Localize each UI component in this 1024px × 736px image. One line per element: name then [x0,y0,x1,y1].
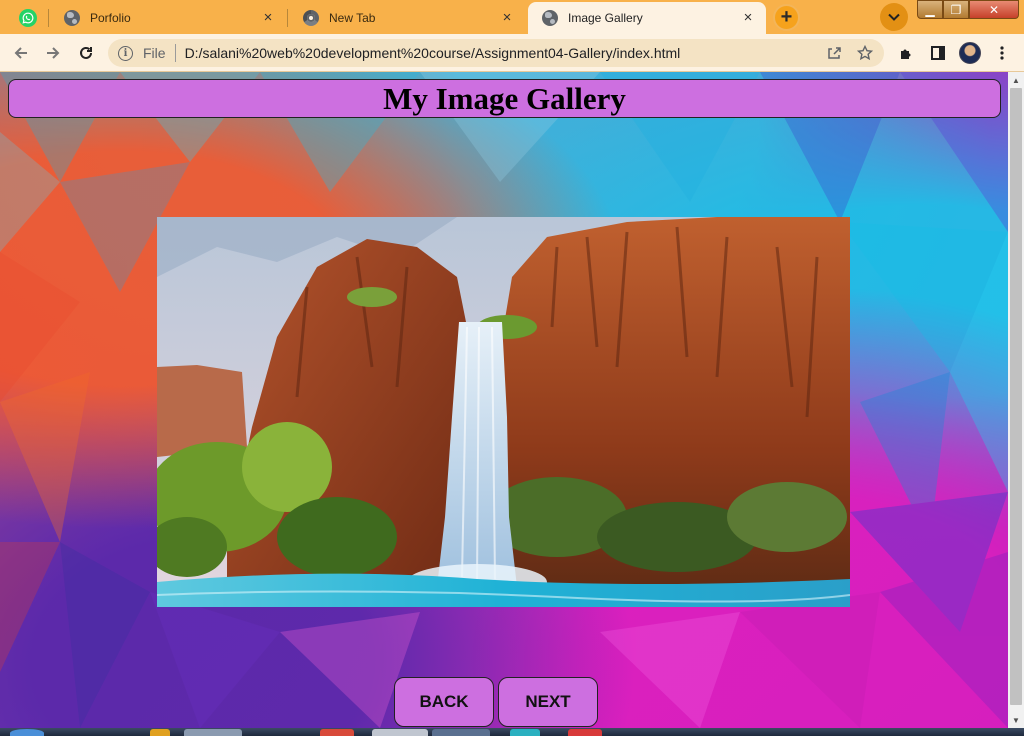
taskbar-app-icon[interactable] [150,729,170,736]
tab-portfolio[interactable]: Porfolio × [50,2,286,34]
page-viewport: My Image Gallery BACK NEXT [0,72,1008,728]
maximize-button[interactable]: ❐ [943,0,969,19]
scheme-label: File [143,45,166,61]
back-nav-button[interactable] [9,41,33,65]
tab-title: New Tab [329,11,376,25]
chevron-down-icon [888,13,900,21]
plus-icon: + [780,6,793,28]
extensions-icon[interactable] [895,42,917,64]
taskbar-app-icon[interactable] [510,729,540,736]
taskbar-app-icon[interactable] [184,729,242,736]
side-panel-icon[interactable] [927,42,949,64]
scroll-up-arrow-icon[interactable]: ▲ [1008,72,1024,88]
whatsapp-icon [19,9,37,27]
address-bar[interactable]: i File D:/salani%20web%20development%20c… [108,39,884,67]
tab-separator [48,9,49,27]
window-controls: ▁ ❐ ✕ [917,0,1019,19]
taskbar-app-icon[interactable] [320,729,354,736]
tab-separator [287,9,288,27]
address-separator [174,44,176,62]
start-orb-icon[interactable] [10,729,44,736]
taskbar-app-icon[interactable] [432,729,490,736]
tab-close-icon[interactable]: × [499,10,515,26]
waterfall-canyon-image [157,217,850,607]
tab-strip: Porfolio × New Tab × Image Gallery × + ▁… [0,0,1024,34]
browser-toolbar: i File D:/salani%20web%20development%20c… [0,34,1024,72]
back-button[interactable]: BACK [394,677,494,727]
new-tab-button[interactable]: + [773,4,800,31]
next-button[interactable]: NEXT [498,677,598,727]
tab-close-icon[interactable]: × [260,10,276,26]
tab-pinned-whatsapp[interactable] [10,2,46,34]
scroll-thumb[interactable] [1010,88,1022,705]
bookmark-star-icon[interactable] [855,43,875,63]
arrow-right-icon [47,47,60,59]
taskbar-app-icon[interactable] [372,729,428,736]
reload-button[interactable] [74,41,98,65]
scroll-down-arrow-icon[interactable]: ▼ [1008,712,1024,728]
page-title: My Image Gallery [383,80,626,116]
page-header: My Image Gallery [8,79,1001,118]
tab-search-button[interactable] [880,3,908,31]
vertical-scrollbar[interactable]: ▲ ▼ [1008,72,1024,728]
reload-icon [80,46,92,59]
tab-new-tab[interactable]: New Tab × [289,2,525,34]
tab-image-gallery[interactable]: Image Gallery × [528,2,766,34]
forward-nav-button[interactable] [41,41,65,65]
kebab-menu-icon[interactable] [991,42,1013,64]
url-text[interactable]: D:/salani%20web%20development%20course/A… [185,45,681,61]
tab-title: Porfolio [90,11,131,25]
globe-icon [542,10,558,26]
os-taskbar [0,728,1024,736]
gallery-image [157,217,850,607]
globe-icon [64,10,80,26]
tab-title: Image Gallery [568,11,643,25]
info-icon[interactable]: i [118,45,133,61]
share-icon[interactable] [824,43,844,63]
close-window-button[interactable]: ✕ [969,0,1019,19]
chrome-icon [303,10,319,26]
taskbar-app-icon[interactable] [568,729,602,736]
arrow-left-icon [14,47,27,59]
tab-close-icon[interactable]: × [740,10,756,26]
minimize-button[interactable]: ▁ [917,0,943,19]
profile-avatar[interactable] [959,42,981,64]
